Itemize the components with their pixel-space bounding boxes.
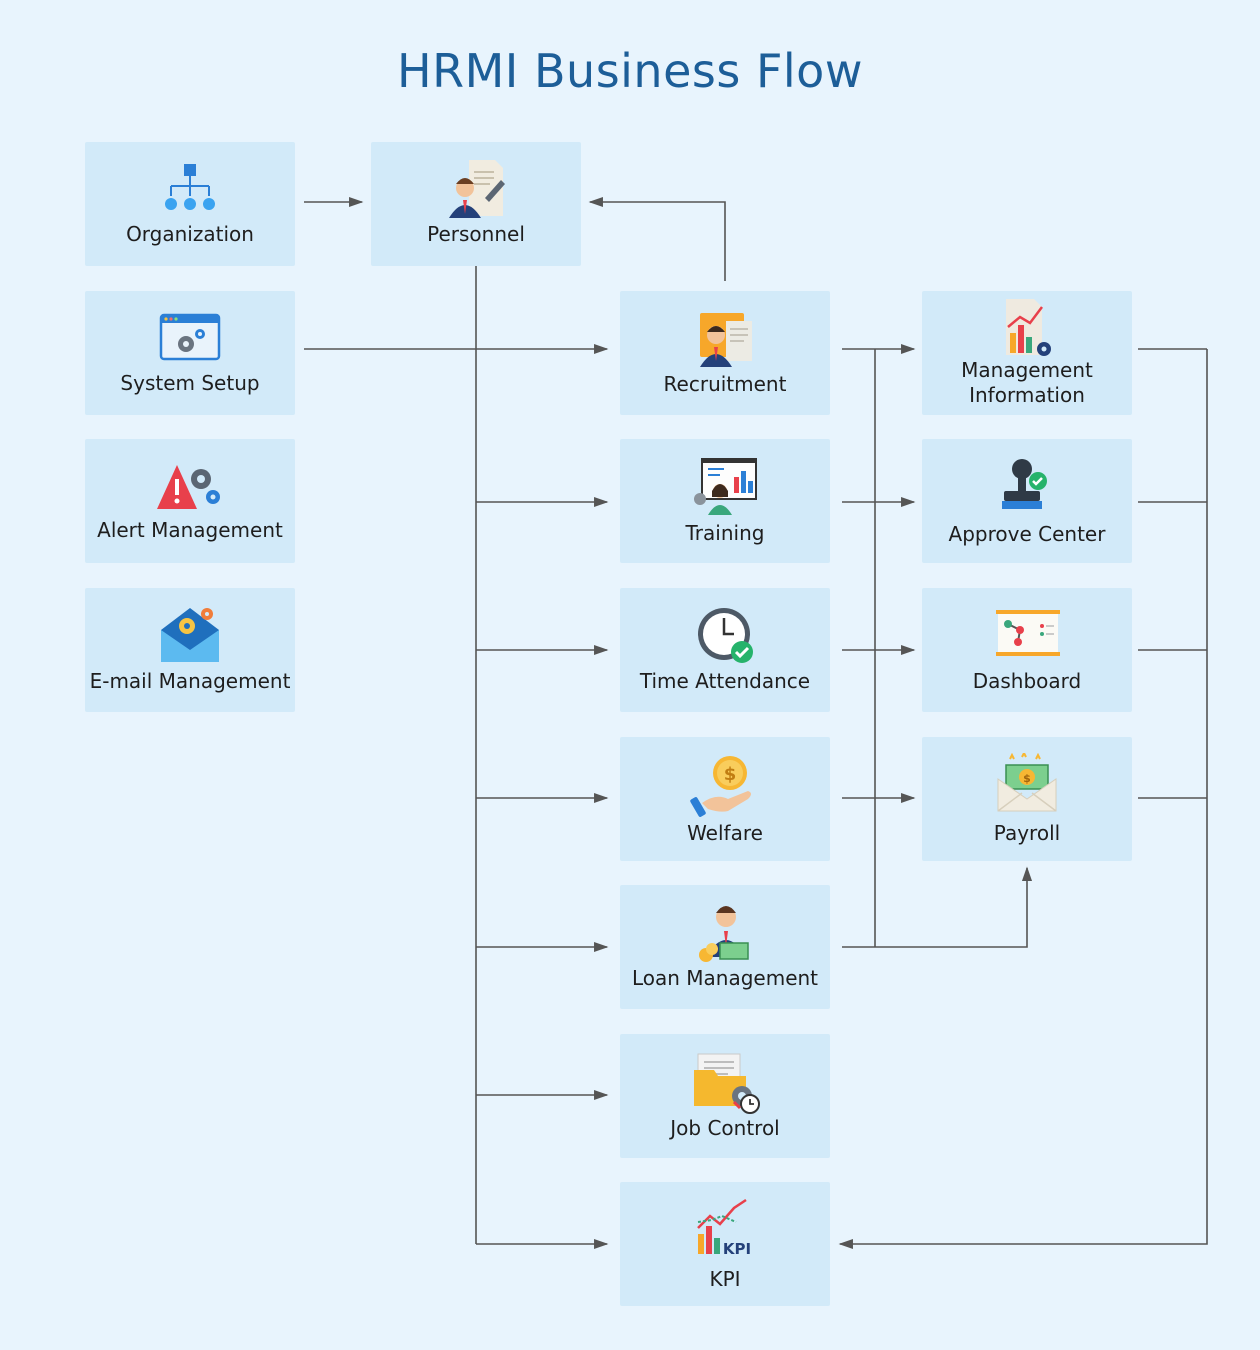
recruiter-icon <box>690 307 760 371</box>
organization-label: Organization <box>126 222 254 246</box>
kpi-label: KPI <box>709 1267 741 1291</box>
hand-coin-icon: $ <box>690 753 760 817</box>
alert-management-node[interactable]: Alert Management <box>85 439 295 563</box>
kpi-node[interactable]: KPI KPI <box>620 1182 830 1306</box>
loan-management-node[interactable]: Loan Management <box>620 885 830 1009</box>
training-board-icon <box>690 455 760 519</box>
stamp-check-icon <box>992 455 1062 519</box>
time-attendance-label: Time Attendance <box>639 669 811 693</box>
approve-center-node[interactable]: Approve Center <box>922 439 1132 563</box>
report-chart-icon <box>992 297 1062 361</box>
welfare-node[interactable]: $ Welfare <box>620 737 830 861</box>
svg-text:$: $ <box>724 764 737 785</box>
dashboard-node[interactable]: Dashboard <box>922 588 1132 712</box>
system-setup-label: System Setup <box>120 371 260 395</box>
management-information-label-line1: Management <box>961 358 1093 382</box>
clock-check-icon <box>690 604 760 668</box>
recruitment-node[interactable]: Recruitment <box>620 291 830 415</box>
alert-gear-icon <box>155 455 225 519</box>
job-control-label: Job Control <box>670 1116 780 1140</box>
personnel-node[interactable]: Personnel <box>371 142 581 266</box>
settings-window-icon <box>155 307 225 371</box>
payroll-node[interactable]: $ Payroll <box>922 737 1132 861</box>
email-management-label: E-mail Management <box>89 669 291 693</box>
person-money-icon <box>690 901 760 965</box>
payroll-label: Payroll <box>993 821 1061 845</box>
loan-management-label: Loan Management <box>631 966 819 990</box>
svg-text:$: $ <box>1023 772 1031 785</box>
email-management-node[interactable]: E-mail Management <box>85 588 295 712</box>
dashboard-board-icon <box>992 604 1062 668</box>
training-node[interactable]: Training <box>620 439 830 563</box>
svg-text:KPI: KPI <box>723 1240 751 1258</box>
welfare-label: Welfare <box>687 821 763 845</box>
recruitment-label: Recruitment <box>663 372 787 396</box>
employee-document-icon <box>441 158 511 222</box>
job-control-node[interactable]: Job Control <box>620 1034 830 1158</box>
time-attendance-node[interactable]: Time Attendance <box>620 588 830 712</box>
dashboard-label: Dashboard <box>972 669 1082 693</box>
organization-node[interactable]: Organization <box>85 142 295 266</box>
org-chart-icon <box>155 158 225 222</box>
personnel-label: Personnel <box>427 222 525 246</box>
system-setup-node[interactable]: System Setup <box>85 291 295 415</box>
management-information-node[interactable]: Management Information <box>922 291 1132 415</box>
kpi-chart-icon: KPI <box>690 1198 760 1262</box>
approve-center-label: Approve Center <box>948 522 1106 546</box>
management-information-label-line2: Information <box>969 383 1085 407</box>
folder-gear-icon <box>690 1050 760 1114</box>
alert-management-label: Alert Management <box>97 518 283 542</box>
salary-envelope-icon: $ <box>992 753 1062 817</box>
email-gear-icon <box>155 604 225 668</box>
training-label: Training <box>685 521 765 545</box>
